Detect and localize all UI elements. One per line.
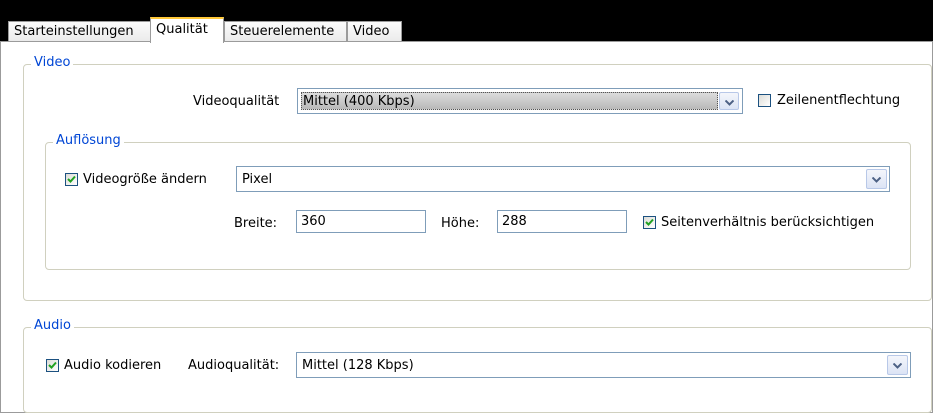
- audio-quality-select[interactable]: Mittel (128 Kbps): [296, 352, 911, 378]
- tab-steuerelemente[interactable]: Steuerelemente: [224, 21, 347, 41]
- tab-label: Starteinstellungen: [14, 24, 134, 39]
- resolution-group: [45, 142, 911, 270]
- chevron-down-icon: [725, 100, 734, 106]
- tab-panel-qualitaet: Video Videoqualität Mittel (400 Kbps) Ze…: [0, 41, 933, 413]
- checkmark-icon: [645, 218, 654, 226]
- tab-strip: Starteinstellungen Qualität Steuerelemen…: [0, 0, 933, 43]
- tab-qualitaet[interactable]: Qualität: [150, 17, 224, 43]
- keep-aspect-checkbox[interactable]: [643, 216, 656, 229]
- video-quality-value: Mittel (400 Kbps): [303, 94, 415, 109]
- encode-audio-checkbox[interactable]: [46, 359, 59, 372]
- width-label: Breite:: [234, 216, 278, 231]
- video-legend: Video: [31, 55, 74, 71]
- size-unit-value: Pixel: [242, 172, 273, 187]
- resolution-legend: Auflösung: [53, 133, 124, 149]
- size-unit-dropdown-button[interactable]: [866, 169, 887, 189]
- width-input[interactable]: 360: [296, 210, 426, 233]
- chevron-down-icon: [893, 363, 902, 369]
- video-quality-dropdown-button[interactable]: [719, 92, 739, 110]
- video-quality-label: Videoqualität: [193, 94, 280, 109]
- height-input[interactable]: 288: [497, 210, 627, 233]
- checkmark-icon: [48, 361, 57, 369]
- keep-aspect-label: Seitenverhältnis berücksichtigen: [661, 215, 875, 230]
- deinterlace-label: Zeilenentflechtung: [777, 93, 901, 108]
- audio-quality-label: Audioqualität:: [188, 358, 280, 373]
- video-quality-select[interactable]: Mittel (400 Kbps): [297, 88, 743, 114]
- resize-video-label: Videogröße ändern: [83, 172, 207, 187]
- audio-quality-dropdown-button[interactable]: [887, 355, 908, 375]
- height-label: Höhe:: [441, 216, 480, 231]
- tab-label: Video: [353, 24, 390, 39]
- tab-starteinstellungen[interactable]: Starteinstellungen: [8, 21, 151, 41]
- resize-video-checkbox[interactable]: [65, 173, 78, 186]
- size-unit-select[interactable]: Pixel: [236, 166, 890, 192]
- tab-label: Qualität: [156, 22, 208, 37]
- encode-audio-label: Audio kodieren: [64, 358, 162, 373]
- chevron-down-icon: [872, 177, 881, 183]
- tab-label: Steuerelemente: [230, 24, 335, 39]
- tab-video[interactable]: Video: [347, 21, 402, 41]
- audio-quality-value: Mittel (128 Kbps): [302, 358, 414, 373]
- deinterlace-checkbox[interactable]: [758, 94, 771, 107]
- checkmark-icon: [67, 175, 76, 183]
- audio-legend: Audio: [31, 318, 74, 334]
